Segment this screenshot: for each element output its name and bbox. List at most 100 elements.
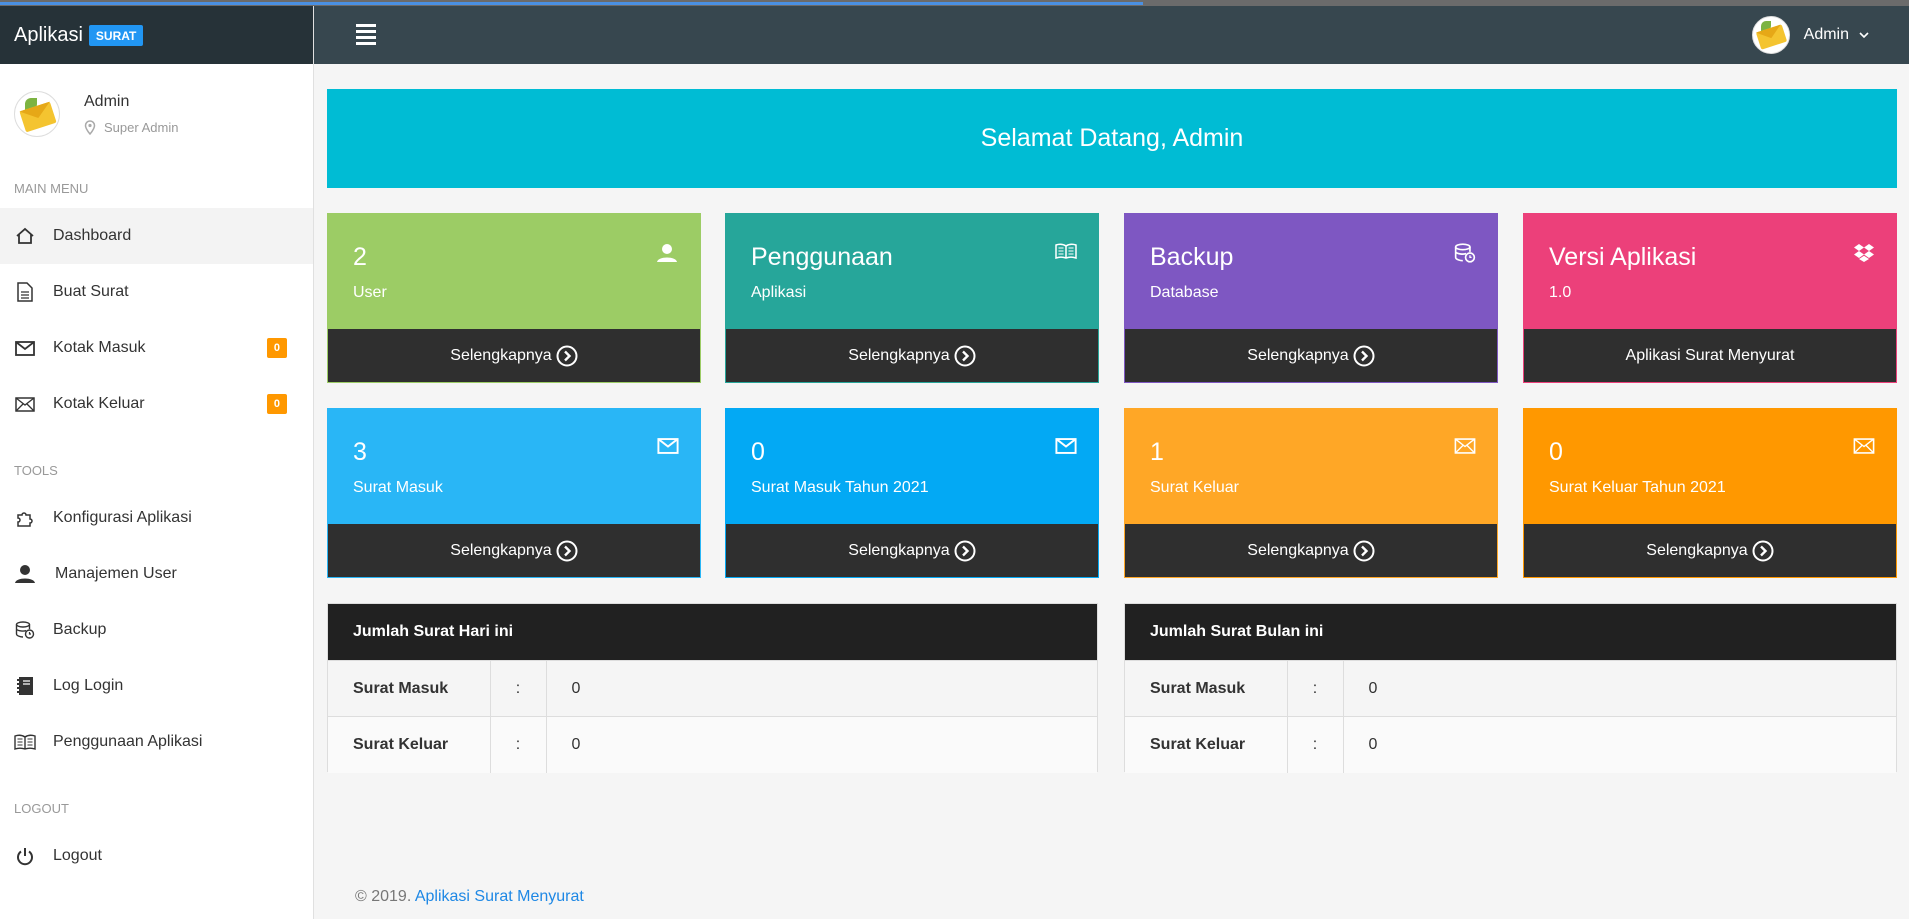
row-value: 0: [1343, 716, 1896, 773]
card-more-link[interactable]: Selengkapnya: [327, 524, 701, 578]
panel-surat-bulan-ini: Jumlah Surat Bulan ini Surat Masuk : 0 S…: [1124, 603, 1897, 773]
puzzle-icon: [14, 507, 36, 529]
panel-title: Jumlah Surat Bulan ini: [1125, 604, 1896, 660]
sidebar-item-label: Logout: [53, 847, 102, 864]
menu-section-tools: TOOLS: [14, 462, 58, 478]
sidebar: Aplikasi SURAT Admin Super Admin MAIN ME…: [0, 6, 314, 919]
header-user-name: Admin: [1803, 26, 1849, 43]
menu-section-logout: LOGOUT: [14, 800, 69, 816]
sidebar-item-kotak-keluar[interactable]: Kotak Keluar 0: [0, 376, 313, 432]
row-label: Surat Keluar: [1125, 716, 1288, 773]
row-separator: :: [1287, 716, 1344, 773]
brand-badge: SURAT: [88, 24, 144, 46]
arrow-circle-right-icon: [1752, 540, 1774, 561]
sidebar-item-backup[interactable]: Backup: [0, 602, 313, 658]
sidebar-item-logout[interactable]: Logout: [0, 828, 313, 884]
footer-app-link[interactable]: Aplikasi Surat Menyurat: [415, 888, 584, 905]
arrow-circle-right-icon: [556, 345, 578, 366]
row-label: Surat Keluar: [328, 716, 491, 773]
menu-section-main: MAIN MENU: [14, 180, 89, 196]
sidebar-item-label: Backup: [53, 621, 107, 638]
panel-surat-hari-ini: Jumlah Surat Hari ini Surat Masuk : 0 Su…: [327, 603, 1098, 773]
arrow-circle-right-icon: [1353, 345, 1375, 366]
dropbox-icon: [1853, 243, 1875, 268]
row-label: Surat Masuk: [328, 660, 491, 717]
sidebar-item-konfigurasi[interactable]: Konfigurasi Aplikasi: [0, 490, 313, 546]
welcome-banner: Selamat Datang, Admin: [327, 89, 1897, 188]
card-label: 1.0: [1549, 284, 1572, 301]
card-footer-text: Selengkapnya: [848, 541, 950, 559]
card-versi: Versi Aplikasi 1.0 Aplikasi Surat Menyur…: [1523, 213, 1897, 383]
sidebar-item-label: Kotak Masuk: [53, 339, 146, 356]
card-label: User: [353, 284, 387, 301]
copyright-text: © 2019.: [355, 888, 415, 905]
document-icon: [14, 281, 36, 303]
arrow-circle-right-icon: [954, 540, 976, 561]
card-backup: Backup Database Selengkapnya: [1124, 213, 1498, 383]
sidebar-item-log-login[interactable]: Log Login: [0, 658, 313, 714]
sidebar-item-label: Penggunaan Aplikasi: [53, 733, 203, 750]
sidebar-item-label: Manajemen User: [55, 565, 177, 582]
card-more-link[interactable]: Selengkapnya: [1523, 524, 1897, 578]
card-surat-masuk-tahun: 0 Surat Masuk Tahun 2021 Selengkapnya: [725, 408, 1099, 578]
sidebar-item-buat-surat[interactable]: Buat Surat: [0, 264, 313, 320]
row-value: 0: [1343, 660, 1896, 717]
sidebar-item-dashboard[interactable]: Dashboard: [0, 208, 313, 264]
card-value: 0: [751, 438, 765, 466]
book-icon: [1055, 243, 1077, 264]
mail-open-icon: [14, 393, 36, 415]
card-label: Surat Masuk Tahun 2021: [751, 479, 929, 496]
sidebar-item-penggunaan[interactable]: Penggunaan Aplikasi: [0, 714, 313, 770]
user-role: Super Admin: [84, 120, 178, 135]
user-icon: [655, 243, 679, 268]
row-label: Surat Masuk: [1125, 660, 1288, 717]
card-footer-text: Selengkapnya: [450, 541, 552, 559]
sidebar-item-label: Dashboard: [53, 227, 132, 244]
card-value: Versi Aplikasi: [1549, 243, 1697, 271]
card-footer: Aplikasi Surat Menyurat: [1523, 329, 1897, 383]
card-user: 2 User Selengkapnya: [327, 213, 701, 383]
card-label: Surat Keluar: [1150, 479, 1239, 496]
card-footer-text: Selengkapnya: [1247, 346, 1349, 364]
card-more-link[interactable]: Selengkapnya: [1124, 329, 1498, 383]
database-icon: [14, 619, 36, 641]
count-badge: 0: [266, 394, 287, 414]
chevron-down-icon: [1859, 32, 1869, 38]
row-value: 0: [546, 660, 1097, 717]
home-icon: [14, 225, 36, 247]
mail-open-icon: [1454, 438, 1476, 459]
card-footer-text: Selengkapnya: [1247, 541, 1349, 559]
card-more-link[interactable]: Selengkapnya: [1124, 524, 1498, 578]
card-label: Surat Masuk: [353, 479, 443, 496]
mail-icon: [657, 438, 679, 459]
arrow-circle-right-icon: [954, 345, 976, 366]
brand-name: Aplikasi: [14, 23, 83, 46]
card-value: 2: [353, 243, 367, 271]
row-separator: :: [1287, 660, 1344, 717]
sidebar-item-manajemen-user[interactable]: Manajemen User: [0, 546, 313, 602]
card-surat-keluar-tahun: 0 Surat Keluar Tahun 2021 Selengkapnya: [1523, 408, 1897, 578]
user-role-text: Super Admin: [104, 120, 179, 135]
panel-title: Jumlah Surat Hari ini: [328, 604, 1097, 660]
card-more-link[interactable]: Selengkapnya: [327, 329, 701, 383]
page-footer: © 2019. Aplikasi Surat Menyurat: [355, 888, 584, 906]
card-value: 3: [353, 438, 367, 466]
card-surat-keluar: 1 Surat Keluar Selengkapnya: [1124, 408, 1498, 578]
card-value: Backup: [1150, 243, 1234, 271]
arrow-circle-right-icon: [1353, 540, 1375, 561]
card-more-link[interactable]: Selengkapnya: [725, 329, 1099, 383]
user-dropdown[interactable]: Admin: [1751, 16, 1869, 54]
card-more-link[interactable]: Selengkapnya: [725, 524, 1099, 578]
count-badge: 0: [266, 338, 287, 358]
table-row: Surat Keluar : 0: [1125, 716, 1896, 773]
row-separator: :: [490, 716, 547, 773]
header-avatar: [1751, 16, 1790, 54]
brand[interactable]: Aplikasi SURAT: [0, 6, 313, 64]
sidebar-item-label: Log Login: [53, 677, 124, 694]
card-value: Penggunaan: [751, 243, 893, 271]
sidebar-item-kotak-masuk[interactable]: Kotak Masuk 0: [0, 320, 313, 376]
menu-toggle-icon[interactable]: [356, 24, 376, 45]
row-separator: :: [490, 660, 547, 717]
arrow-circle-right-icon: [556, 540, 578, 561]
database-icon: [1454, 243, 1476, 268]
